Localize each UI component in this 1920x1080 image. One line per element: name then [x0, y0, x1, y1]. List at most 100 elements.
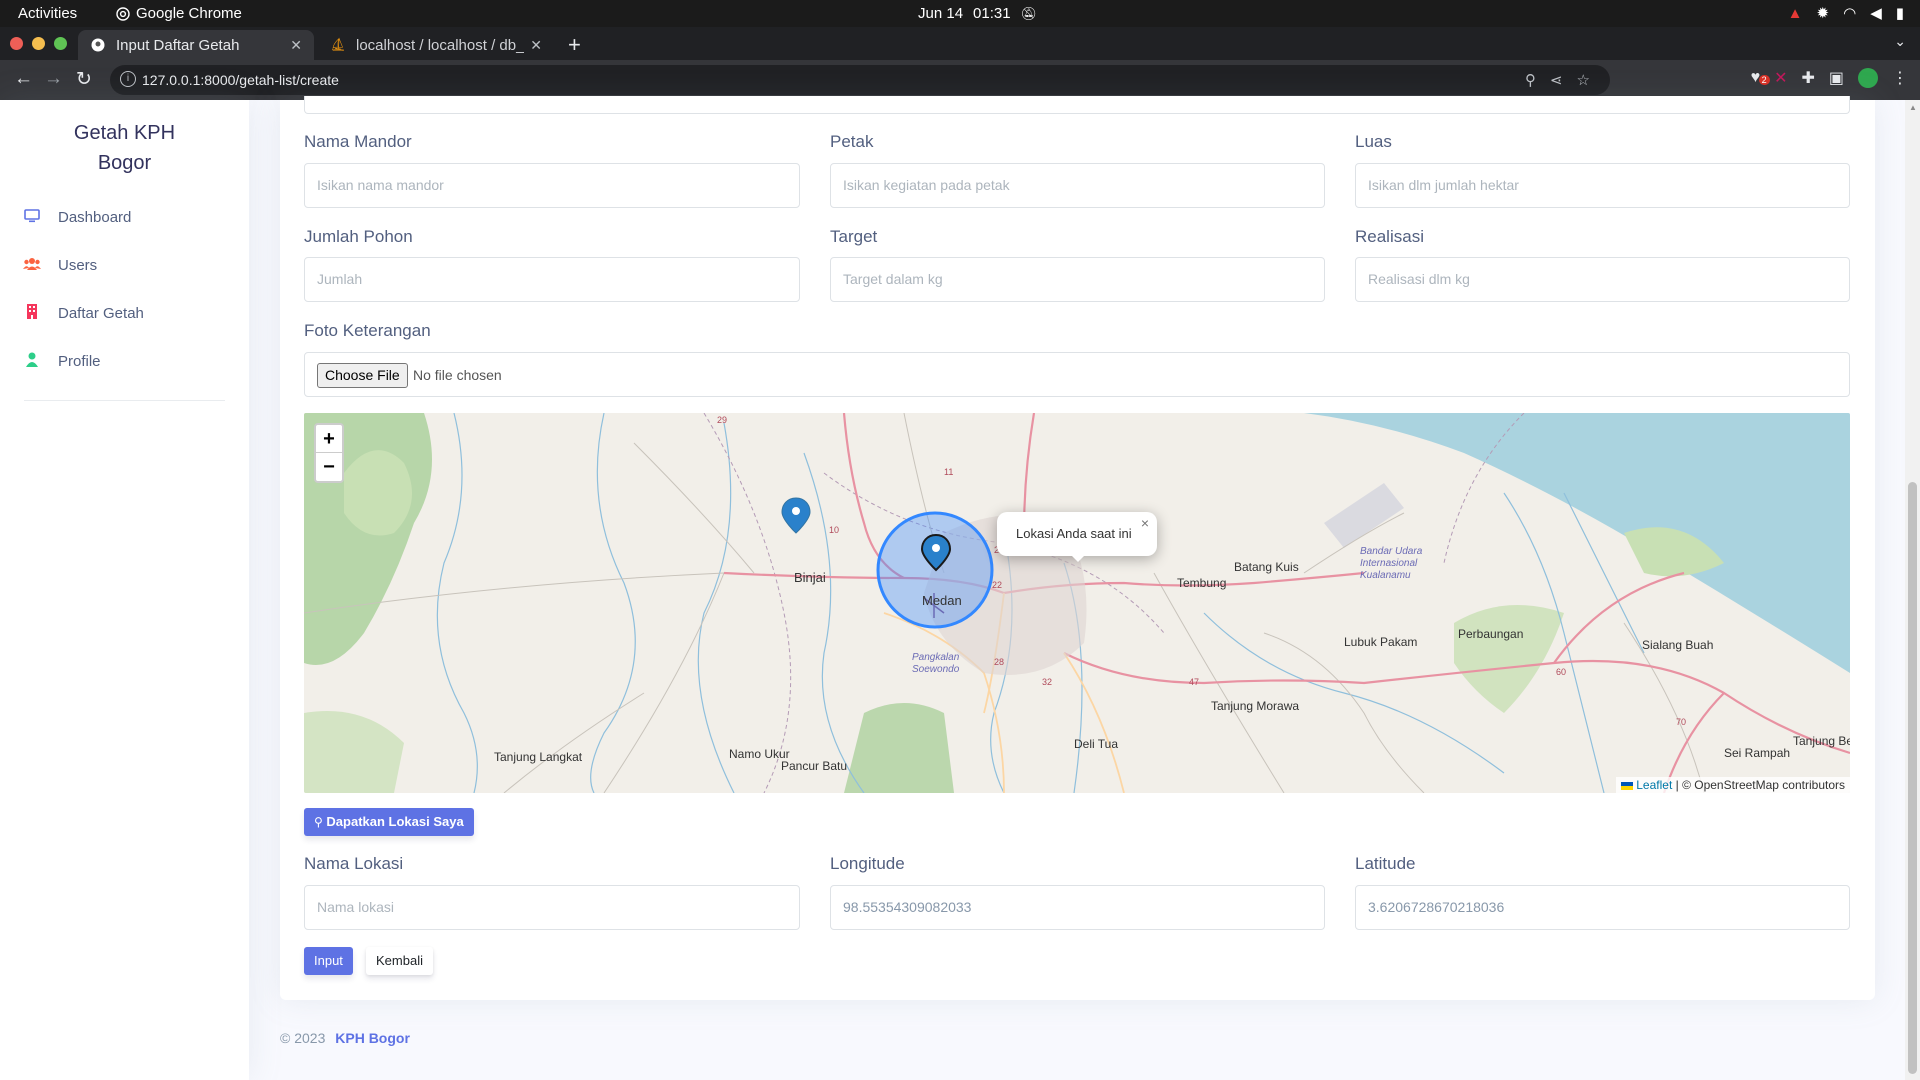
clock[interactable]: Jun 14 01:31 🔕︎ — [918, 5, 1037, 22]
petak-label: Petak — [830, 132, 874, 151]
nama-lokasi-label: Nama Lokasi — [304, 854, 404, 873]
back-button[interactable]: ← — [14, 68, 33, 90]
chrome-menu-icon[interactable]: ⋮ — [1892, 68, 1908, 88]
nama-lokasi-input[interactable]: Nama lokasi — [304, 885, 800, 930]
site-info-icon[interactable]: i — [120, 71, 136, 87]
kembali-button[interactable]: Kembali — [366, 947, 433, 975]
place-binjai: Binjai — [794, 570, 826, 585]
close-window-button[interactable] — [10, 37, 23, 50]
activities-button[interactable]: Activities — [18, 5, 77, 22]
petak-input[interactable]: Isikan kegiatan pada petak — [830, 163, 1325, 208]
choose-file-button[interactable]: Choose File — [317, 363, 408, 388]
place-batang-kuis: Batang Kuis — [1234, 560, 1299, 574]
sidebar-brand[interactable]: Getah KPH Bogor — [0, 118, 249, 178]
jumlah-pohon-label: Jumlah Pohon — [304, 227, 413, 246]
page-scrollbar[interactable]: ▲ — [1905, 100, 1920, 1080]
sidebar-item-label: Daftar Getah — [58, 304, 144, 322]
notifications-muted-icon: 🔕︎ — [1020, 5, 1038, 21]
browser-tab-strip: Input Daftar Getah ✕ ⛵︎ localhost / loca… — [0, 27, 1920, 60]
popup-text: Lokasi Anda saat ini — [1016, 526, 1132, 541]
zoom-out-button[interactable]: − — [316, 453, 342, 481]
place-deli-tua: Deli Tua — [1074, 737, 1119, 751]
attribution-text: | © OpenStreetMap contributors — [1675, 778, 1845, 792]
clock-time: 01:31 — [973, 5, 1011, 22]
footer-brand-link[interactable]: KPH Bogor — [335, 1030, 410, 1046]
foto-file-input[interactable]: Choose File No file chosen — [304, 352, 1850, 397]
input-submit-button[interactable]: Input — [304, 947, 353, 975]
nama-mandor-input[interactable]: Isikan nama mandor — [304, 163, 800, 208]
popup-close-icon[interactable]: × — [1141, 515, 1149, 531]
reload-button[interactable]: ↻ — [76, 68, 92, 91]
tab-input-daftar-getah[interactable]: Input Daftar Getah ✕ — [78, 30, 314, 60]
foto-keterangan-label: Foto Keterangan — [304, 321, 431, 340]
profile-avatar[interactable] — [1858, 68, 1878, 88]
sidebar-item-label: Profile — [58, 352, 101, 370]
sidebar-divider — [24, 400, 225, 401]
sidebar-item-profile[interactable]: Profile — [22, 352, 101, 370]
location-map[interactable]: 29 10 11 22 22 28 32 47 60 70 Binjai Med… — [304, 413, 1850, 793]
new-tab-button[interactable]: + — [568, 32, 581, 58]
window-controls — [10, 37, 67, 50]
svg-text:28: 28 — [994, 657, 1004, 667]
alert-icon: ▲ — [1787, 4, 1803, 22]
target-input[interactable]: Target dalam kg — [830, 257, 1325, 302]
sidebar-item-label: Dashboard — [58, 209, 132, 226]
maximize-window-button[interactable] — [54, 37, 67, 50]
tab-search-icon[interactable]: ⌄ — [1894, 33, 1906, 50]
svg-text:29: 29 — [717, 415, 727, 425]
tab-title: localhost / localhost / db_ — [356, 36, 525, 54]
sidebar-item-users[interactable]: Users — [22, 257, 97, 274]
brand-line-1: Getah KPH — [73, 122, 176, 144]
side-panel-icon[interactable]: ▣ — [1829, 68, 1844, 88]
sidebar-item-daftar-getah[interactable]: Daftar Getah — [22, 304, 144, 322]
chrome-icon — [116, 6, 130, 21]
share-icon[interactable]: ⋖ — [1550, 71, 1563, 89]
popup-tip — [1069, 553, 1087, 562]
extension-x-icon[interactable]: ✕ — [1774, 68, 1787, 88]
volume-icon: ◀︎ — [1870, 5, 1882, 22]
latitude-label: Latitude — [1355, 854, 1416, 873]
extension-badge-icon[interactable]: ♥ 2 — [1751, 69, 1770, 87]
place-tanjung-langkat: Tanjung Langkat — [494, 750, 583, 764]
map-popup: Lokasi Anda saat ini × — [997, 512, 1157, 556]
zoom-in-button[interactable]: + — [316, 425, 342, 453]
svg-text:22: 22 — [992, 580, 1002, 590]
svg-text:47: 47 — [1189, 677, 1199, 687]
place-lubuk-pakam: Lubuk Pakam — [1344, 635, 1418, 649]
target-label: Target — [830, 227, 878, 246]
scrollbar-thumb[interactable] — [1908, 482, 1917, 1074]
app-menu[interactable]: Google Chrome — [116, 5, 242, 22]
map-attribution: Leaflet | © OpenStreetMap contributors — [1615, 777, 1850, 793]
place-sei-rampah: Sei Rampah — [1724, 746, 1791, 760]
phpmyadmin-icon: ⛵︎ — [329, 37, 347, 52]
jumlah-pohon-input[interactable]: Jumlah — [304, 257, 800, 302]
longitude-input[interactable]: 98.55354309082033 — [830, 885, 1325, 930]
close-tab-icon[interactable]: ✕ — [530, 37, 542, 54]
bookmark-star-icon[interactable]: ☆ — [1577, 71, 1590, 89]
sidebar-item-dashboard[interactable]: Dashboard — [22, 209, 131, 226]
longitude-label: Longitude — [830, 854, 905, 873]
latitude-input[interactable]: 3.6206728670218036 — [1355, 885, 1850, 930]
leaflet-link[interactable]: Leaflet — [1636, 778, 1672, 792]
minimize-window-button[interactable] — [32, 37, 45, 50]
location-icon[interactable]: ⚲ — [1525, 71, 1536, 89]
ukraine-flag-icon — [1620, 781, 1633, 790]
scroll-up-icon[interactable]: ▲ — [1909, 103, 1917, 112]
building-icon — [22, 304, 42, 322]
svg-text:32: 32 — [1042, 677, 1052, 687]
file-status-text: No file chosen — [413, 367, 502, 383]
url-text[interactable]: 127.0.0.1:8000/getah-list/create — [142, 72, 339, 88]
close-tab-icon[interactable]: ✕ — [290, 37, 302, 54]
page-favicon-icon — [90, 37, 106, 53]
tab-phpmyadmin[interactable]: ⛵︎ localhost / localhost / db_ ✕ — [318, 30, 554, 60]
forward-button[interactable]: → — [44, 68, 63, 90]
luas-input[interactable]: Isikan dlm jumlah hektar — [1355, 163, 1850, 208]
textarea-field-bottom[interactable] — [304, 96, 1850, 114]
realisasi-input[interactable]: Realisasi dlm kg — [1355, 257, 1850, 302]
extensions-puzzle-icon[interactable]: ✚ — [1801, 68, 1814, 88]
system-tray[interactable]: ▲ ✹ ◠ ◀︎ ▮ — [1787, 4, 1904, 23]
address-bar[interactable]: i 127.0.0.1:8000/getah-list/create ⚲ ⋖ ☆ — [110, 65, 1610, 95]
users-icon — [22, 257, 42, 274]
get-my-location-button[interactable]: ⚲ Dapatkan Lokasi Saya — [304, 808, 474, 836]
wifi-icon: ◠ — [1843, 5, 1857, 22]
